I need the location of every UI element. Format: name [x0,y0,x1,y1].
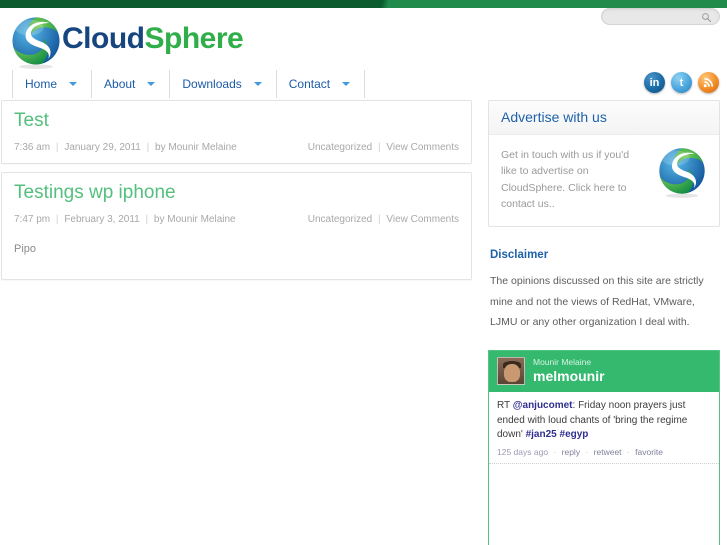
post-author: by Mounir Melaine [155,141,237,153]
tweet-hashtags-link[interactable]: #jan25 #egyp [526,429,589,440]
post-author: by Mounir Melaine [153,213,236,225]
twitter-identity: Mounir Melaine melmounir [533,357,605,385]
twitter-glyph: t [679,76,684,89]
post-time: 7:36 am [14,141,51,153]
post-date: February 3, 2011 [64,213,140,225]
twitter-icon[interactable]: t [671,72,692,93]
site-logo-text: CloudSphere [62,22,244,56]
post-comments-link[interactable]: View Comments [386,214,459,225]
post-card: Test 7:36 am | January 29, 2011 | by Mou… [1,100,472,164]
post-meta: 7:47 pm | February 3, 2011 | by Mounir M… [14,214,459,225]
post-meta-left: 7:47 pm | February 3, 2011 | by Mounir M… [14,214,236,225]
tweet-favorite-link[interactable]: favorite [635,447,663,457]
chevron-down-icon[interactable] [253,82,262,86]
twitter-handle[interactable]: melmounir [533,369,605,385]
meta-separator: | [146,141,150,153]
rss-icon[interactable] [698,72,719,93]
disclaimer-widget: Disclaimer The opinions discussed on thi… [488,249,720,332]
tweet-retweet-link[interactable]: retweet [594,447,622,457]
logo-text-cloud: Cloud [62,22,145,55]
meta-separator: | [55,213,59,225]
nav-item-label: About [104,77,136,91]
twitter-widget-feed-area [489,463,719,545]
action-separator: · [553,446,557,457]
meta-separator: | [55,141,59,153]
nav-item-home[interactable]: Home [12,70,93,98]
nav-item-label: Downloads [182,77,242,91]
site-logo[interactable]: CloudSphere [8,12,244,69]
advertise-widget-text: Get in touch with us if you'd like to ad… [501,149,630,210]
twitter-widget-header: Mounir Melaine melmounir [489,351,719,393]
page-root: CloudSphere Home About Downloads Contact [0,0,727,545]
tweet-mention-link[interactable]: @anjucomet [513,400,573,411]
posts-column: Test 7:36 am | January 29, 2011 | by Mou… [0,100,480,288]
post-card: Testings wp iphone 7:47 pm | February 3,… [1,171,472,280]
chevron-down-icon[interactable] [342,82,351,86]
sidebar: Advertise with us Get in touch with us i… [488,100,720,545]
post-date: January 29, 2011 [64,141,141,153]
site-header: CloudSphere [0,8,727,69]
twitter-display-name: Mounir Melaine [533,357,592,368]
action-separator: · [585,446,589,457]
top-bar-dark-segment [0,0,396,8]
tweet-reply-link[interactable]: reply [562,447,580,457]
chevron-down-icon[interactable] [147,82,156,86]
post-comments-link[interactable]: View Comments [386,142,459,153]
disclaimer-title: Disclaimer [490,249,549,262]
nav-list: Home About Downloads Contact [12,70,366,98]
advertise-widget-title: Advertise with us [501,109,607,125]
post-meta-left: 7:36 am | January 29, 2011 | by Mounir M… [14,142,237,153]
tweet-age: 125 days ago [497,446,549,457]
post-meta-right: Uncategorized | View Comments [308,142,459,153]
tweet-actions: 125 days ago · reply · retweet · favorit… [497,447,711,457]
action-separator: · [626,446,630,457]
meta-separator: | [145,213,149,225]
post-meta-right: Uncategorized | View Comments [308,214,459,225]
tweet-prefix: RT [497,400,513,412]
meta-separator: | [377,213,381,225]
top-bar-diagonal-transition [372,0,398,8]
nav-item-about[interactable]: About [92,70,171,98]
advertise-widget-header: Advertise with us [489,101,719,135]
advertise-widget: Advertise with us Get in touch with us i… [488,100,720,228]
linkedin-icon[interactable]: in [644,72,665,93]
avatar-face [504,364,520,383]
tweet-text: RT @anjucomet: Friday noon prayers just … [497,399,711,443]
nav-item-downloads[interactable]: Downloads [170,70,277,98]
linkedin-glyph: in [649,76,660,89]
chevron-down-icon[interactable] [69,82,78,86]
rss-glyph-icon [703,77,714,88]
nav-item-label: Contact [288,77,331,91]
nav-item-contact[interactable]: Contact [277,70,366,98]
post-body: Pipo [14,242,37,255]
advertise-widget-body: Get in touch with us if you'd like to ad… [489,135,719,226]
post-meta: 7:36 am | January 29, 2011 | by Mounir M… [14,142,459,153]
post-category-link[interactable]: Uncategorized [308,142,372,153]
logo-text-sphere: Sphere [144,22,244,55]
cloudsphere-sphere-logo-icon [659,148,705,198]
nav-item-label: Home [25,77,58,91]
twitter-widget: Mounir Melaine melmounir RT @anjucomet: … [488,350,720,545]
post-title[interactable]: Test [14,110,459,132]
post-time: 7:47 pm [14,213,51,225]
disclaimer-text: The opinions discussed on this site are … [490,275,704,328]
avatar[interactable] [497,357,525,386]
tweet-item: RT @anjucomet: Friday noon prayers just … [489,392,719,464]
top-green-bar [0,0,727,8]
post-title[interactable]: Testings wp iphone [14,182,459,204]
cloudsphere-sphere-logo-icon [12,17,60,69]
post-category-link[interactable]: Uncategorized [308,214,372,225]
meta-separator: | [377,141,381,153]
social-links: in t [644,72,719,93]
main-navigation: Home About Downloads Contact [0,70,727,98]
